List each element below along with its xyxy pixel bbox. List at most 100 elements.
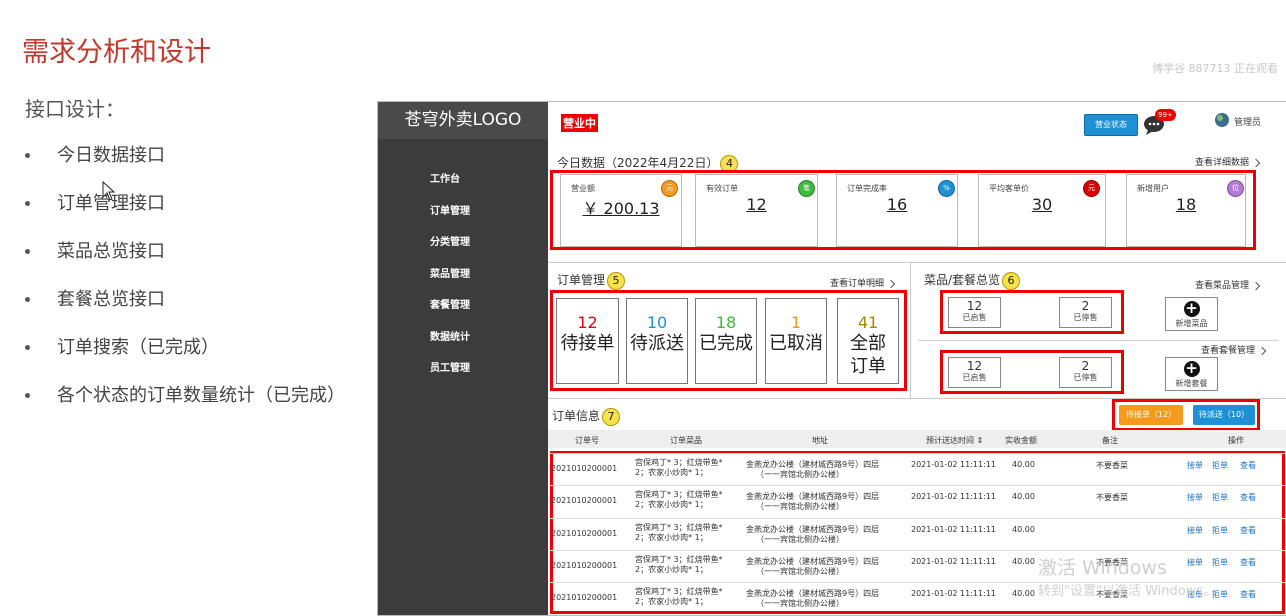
accept-order-link[interactable]: 接单	[1187, 557, 1203, 568]
order-dishes: 宫保鸡丁* 3；红烧带鱼* 2；农家小炒肉* 1；	[635, 490, 723, 509]
admin-label[interactable]: 管理员	[1234, 115, 1261, 128]
table-header	[548, 430, 1286, 448]
sidebar-item-categories[interactable]: 分类管理	[430, 233, 470, 265]
card-value: ￥ 200.13	[582, 199, 660, 218]
dish-on-sale-card[interactable]: 12 已启售	[948, 297, 1001, 328]
table-row[interactable]: 2021010200001 宫保鸡丁* 3；红烧带鱼* 2；农家小炒肉* 1； 金燕龙…	[550, 550, 1286, 583]
column-header-sortable[interactable]: 预计送达时间 ⇕	[926, 435, 983, 446]
order-id: 2021010200001	[551, 529, 618, 538]
view-order-detail-link[interactable]: 查看订单明细	[830, 276, 896, 289]
card-value: 30	[1031, 195, 1053, 214]
order-id: 2021010200001	[551, 496, 618, 505]
pending-orders-button[interactable]: 待接单（12）	[1119, 405, 1183, 425]
order-status-card-completed[interactable]: 18 已完成	[695, 298, 757, 384]
today-card-avg-price: 平均客单价 元 30	[978, 174, 1106, 247]
view-order-link[interactable]: 查看	[1240, 557, 1256, 568]
view-order-link[interactable]: 查看	[1240, 460, 1256, 471]
column-header: 订单菜品	[670, 436, 702, 445]
order-amount: 40.00	[1012, 557, 1035, 566]
today-card-revenue: 营业额 元 ￥ 200.13	[560, 174, 682, 247]
accept-order-link[interactable]: 接单	[1187, 525, 1203, 536]
column-header: 地址	[812, 436, 828, 445]
order-address: 金燕龙办公楼（建材城西路9号）四层 （一一宾馆北侧办公楼）	[746, 589, 880, 608]
marker-badge: 7	[602, 407, 621, 426]
app-mockup: 苍穹外卖LOGO 工作台 订单管理 分类管理 菜品管理 套餐管理 数据统计 员工…	[377, 101, 1286, 616]
order-dishes: 宫保鸡丁* 3；红烧带鱼* 2；农家小炒肉* 1；	[635, 587, 723, 606]
order-status-card-cancelled[interactable]: 1 已取消	[765, 298, 827, 384]
sidebar-item-workbench[interactable]: 工作台	[430, 170, 470, 202]
chevron-right-icon	[886, 279, 896, 288]
today-card-new-users: 新增用户 位 18	[1126, 174, 1246, 247]
chevron-right-icon	[1251, 158, 1261, 167]
slide-subtitle: 接口设计：	[25, 97, 125, 121]
business-status-button[interactable]: 营业状态	[1084, 114, 1138, 136]
order-status-card-all[interactable]: 41 全部订单	[837, 298, 899, 384]
avatar[interactable]	[1215, 113, 1229, 127]
table-row[interactable]: 2021010200001 宫保鸡丁* 3；红烧带鱼* 2；农家小炒肉* 1； 金燕龙…	[550, 518, 1286, 551]
plus-icon: +	[1183, 299, 1200, 317]
view-detail-data-link[interactable]: 查看详细数据	[1195, 155, 1261, 168]
combo-off-sale-card[interactable]: 2 已停售	[1059, 357, 1112, 388]
add-dish-button[interactable]: + 新增菜品	[1165, 297, 1218, 331]
reject-order-link[interactable]: 拒单	[1212, 525, 1228, 536]
sidebar: 苍穹外卖LOGO 工作台 订单管理 分类管理 菜品管理 套餐管理 数据统计 员工…	[378, 102, 548, 615]
sidebar-item-employees[interactable]: 员工管理	[430, 359, 470, 391]
order-amount: 40.00	[1012, 460, 1035, 469]
chevron-right-icon	[1257, 346, 1267, 355]
app-logo: 苍穹外卖LOGO	[378, 102, 548, 139]
order-dishes: 宫保鸡丁* 3；红烧带鱼* 2；农家小炒肉* 1；	[635, 555, 723, 574]
section-divider	[910, 263, 911, 398]
order-eta: 2021-01-02 11:11:11	[911, 492, 996, 501]
view-dish-management-link[interactable]: 查看菜品管理	[1195, 278, 1261, 291]
business-status-tag: 营业中	[561, 114, 598, 132]
sidebar-item-orders[interactable]: 订单管理	[430, 202, 470, 234]
card-value: 18	[1175, 195, 1197, 214]
to-deliver-orders-button[interactable]: 待派送（10）	[1193, 405, 1255, 425]
sidebar-item-dishes[interactable]: 菜品管理	[430, 265, 470, 297]
sidebar-item-statistics[interactable]: 数据统计	[430, 328, 470, 360]
column-header: 订单号	[575, 436, 599, 445]
bullet-item: 订单管理接口	[25, 188, 345, 236]
column-header: 备注	[1102, 436, 1118, 445]
order-address: 金燕龙办公楼（建材城西路9号）四层 （一一宾馆北侧办公楼）	[746, 525, 880, 544]
card-value: 16	[886, 195, 908, 214]
order-status-card-to-deliver[interactable]: 10 待派送	[626, 298, 688, 384]
order-dishes: 宫保鸡丁* 3；红烧带鱼* 2；农家小炒肉* 1；	[635, 523, 723, 542]
view-order-link[interactable]: 查看	[1240, 589, 1256, 600]
plus-icon: +	[1183, 359, 1200, 377]
bullet-item: 套餐总览接口	[25, 284, 345, 332]
order-address: 金燕龙办公楼（建材城西路9号）四层 （一一宾馆北侧办公楼）	[746, 460, 880, 479]
view-order-link[interactable]: 查看	[1240, 492, 1256, 503]
reject-order-link[interactable]: 拒单	[1212, 492, 1228, 503]
sidebar-nav: 工作台 订单管理 分类管理 菜品管理 套餐管理 数据统计 员工管理	[430, 170, 470, 391]
order-eta: 2021-01-02 11:11:11	[911, 525, 996, 534]
order-eta: 2021-01-02 11:11:11	[911, 589, 996, 598]
order-address: 金燕龙办公楼（建材城西路9号）四层 （一一宾馆北侧办公楼）	[746, 557, 880, 576]
message-count-badge: 99+	[1155, 109, 1176, 121]
bullet-item: 各个状态的订单数量统计（已完成）	[25, 380, 345, 428]
order-status-card-pending[interactable]: 12 待接单	[556, 298, 619, 384]
view-combo-management-link[interactable]: 查看套餐管理	[1201, 343, 1267, 356]
reject-order-link[interactable]: 拒单	[1212, 460, 1228, 471]
table-row[interactable]: 2021010200001 宫保鸡丁* 3；红烧带鱼* 2；农家小炒肉* 1； 金燕龙…	[550, 485, 1286, 518]
dish-off-sale-card[interactable]: 2 已停售	[1059, 297, 1112, 328]
reject-order-link[interactable]: 拒单	[1212, 557, 1228, 568]
viewer-watermark: 博学谷 887713 正在观看	[1152, 62, 1278, 75]
table-row[interactable]: 2021010200001 宫保鸡丁* 3；红烧带鱼* 2；农家小炒肉* 1； 金燕龙…	[550, 453, 1286, 486]
bullet-item: 菜品总览接口	[25, 236, 345, 284]
sidebar-item-combos[interactable]: 套餐管理	[430, 296, 470, 328]
mouse-cursor-icon	[102, 181, 116, 201]
today-card-valid-orders: 有效订单 笔 12	[695, 174, 818, 247]
accept-order-link[interactable]: 接单	[1187, 460, 1203, 471]
order-note: 不要香菜	[1096, 461, 1128, 470]
order-management-title: 订单管理 5	[557, 271, 626, 290]
accept-order-link[interactable]: 接单	[1187, 492, 1203, 503]
column-header: 操作	[1228, 436, 1244, 445]
order-note: 不要香菜	[1096, 493, 1128, 502]
marker-badge: 6	[1002, 271, 1021, 290]
combo-on-sale-card[interactable]: 12 已启售	[948, 357, 1001, 388]
chevron-right-icon	[1251, 281, 1261, 290]
view-order-link[interactable]: 查看	[1240, 525, 1256, 536]
windows-activation-title: 激活 Windows	[1038, 557, 1167, 579]
add-combo-button[interactable]: + 新增套餐	[1165, 357, 1218, 391]
